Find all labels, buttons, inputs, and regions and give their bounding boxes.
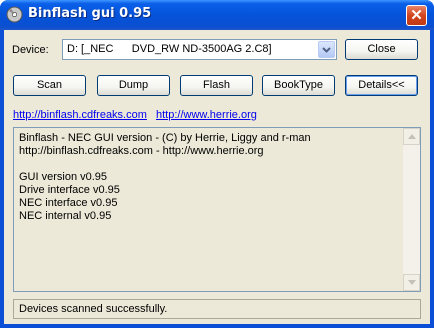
vertical-scrollbar[interactable] [403,128,420,291]
link-herrie[interactable]: http://www.herrie.org [156,109,257,121]
status-text: Devices scanned successfully. [19,303,168,315]
device-label: Device: [12,44,49,56]
booktype-button[interactable]: BookType [262,75,335,96]
log-output[interactable]: Binflash - NEC GUI version - (C) by Herr… [13,127,421,292]
link-binflash[interactable]: http://binflash.cdfreaks.com [13,109,147,121]
chevron-down-icon [322,47,331,53]
window-title: Binflash gui 0.95 [28,6,152,21]
close-button[interactable]: Close [345,39,418,60]
app-window: Binflash gui 0.95 ✕ Device: D: [_NEC DVD… [0,0,434,328]
log-line: GUI version v0.95 [19,171,108,183]
device-select-value: D: [_NEC DVD_RW ND-3500AG 2.C8] [67,43,272,55]
app-disc-icon [6,6,23,23]
log-line: http://binflash.cdfreaks.com - http://ww… [19,145,264,157]
log-line: NEC internal v0.95 [19,210,112,222]
log-line: NEC interface v0.95 [19,197,118,209]
window-close-button[interactable]: ✕ [406,5,427,26]
scan-button[interactable]: Scan [13,75,86,96]
log-line: Binflash - NEC GUI version - (C) by Herr… [19,132,311,144]
flash-button[interactable]: Flash [180,75,253,96]
arrow-down-icon [408,280,416,285]
client-area: Device: D: [_NEC DVD_RW ND-3500AG 2.C8] … [4,30,430,324]
arrow-up-icon [408,134,416,139]
dropdown-arrow-button[interactable] [318,41,335,58]
device-select[interactable]: D: [_NEC DVD_RW ND-3500AG 2.C8] [62,39,337,60]
title-bar[interactable]: Binflash gui 0.95 ✕ [0,0,434,30]
close-icon: ✕ [410,7,423,24]
dump-button[interactable]: Dump [97,75,170,96]
scroll-up-button[interactable] [403,128,420,145]
log-text: Binflash - NEC GUI version - (C) by Herr… [19,132,311,223]
log-line: Drive interface v0.95 [19,184,120,196]
details-button[interactable]: Details<< [345,75,418,96]
scroll-down-button[interactable] [403,274,420,291]
status-bar: Devices scanned successfully. [13,299,421,319]
